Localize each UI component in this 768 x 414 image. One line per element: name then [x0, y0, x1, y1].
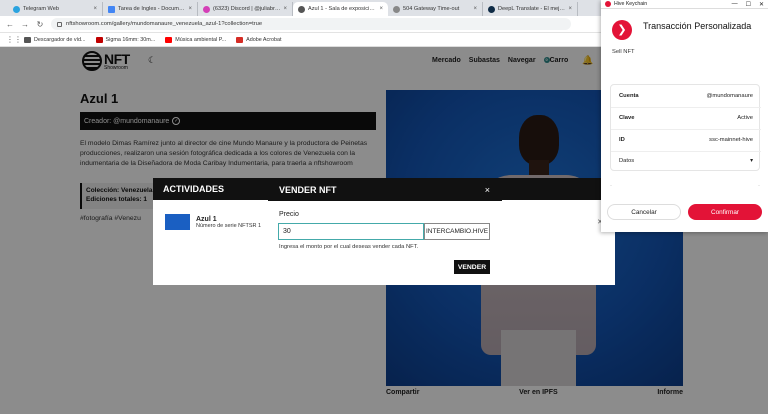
- reload-icon[interactable]: ↻: [36, 20, 44, 29]
- scroll-left-icon: ·: [610, 183, 612, 189]
- keychain-window-title: Hive Keychain: [614, 1, 648, 7]
- data-row[interactable]: Datos ▾: [619, 158, 753, 164]
- bookmark-adobe-acrobat[interactable]: Adobe Acrobat: [236, 36, 282, 43]
- url-field[interactable]: nftshowroom.com/gallery/mundomanaure_ven…: [51, 18, 571, 30]
- close-icon[interactable]: ✕: [759, 1, 764, 8]
- deepl-icon: [488, 5, 495, 13]
- key-row: Clave Active: [619, 115, 753, 121]
- tab-telegram[interactable]: Telegram Web ×: [8, 2, 103, 16]
- price-input[interactable]: [278, 223, 424, 240]
- close-icon[interactable]: ×: [188, 6, 192, 12]
- keychain-confirm-button[interactable]: Confirmar: [688, 204, 762, 220]
- url-text: nftshowroom.com/gallery/mundomanaure_ven…: [66, 21, 263, 27]
- lock-icon: [57, 21, 62, 27]
- keychain-mini-icon: [605, 1, 611, 7]
- price-hint: Ingresa el monto por el cual deseas vend…: [279, 244, 419, 250]
- forward-icon[interactable]: →: [21, 20, 29, 29]
- youtube-icon: [165, 36, 173, 43]
- bookmark-icon: [24, 36, 31, 43]
- activity-item-name: Azul 1: [196, 215, 217, 223]
- maximize-icon[interactable]: ☐: [746, 1, 751, 8]
- account-row: Cuenta @mundomanaure: [619, 93, 753, 99]
- currency-selector[interactable]: INTERCAMBIO.HIVE: [424, 223, 490, 240]
- tab-docs[interactable]: Tarea de Ingles - Documentos de×: [103, 2, 198, 16]
- close-icon[interactable]: ×: [485, 179, 490, 201]
- keychain-subtitle: Sell NFT: [612, 49, 635, 55]
- apps-grid-icon[interactable]: ⋮⋮: [6, 35, 22, 44]
- keychain-title: Transacción Personalizada: [643, 21, 752, 31]
- nft-showroom-icon: [298, 5, 305, 13]
- sell-button[interactable]: VENDER: [454, 260, 490, 274]
- tab-deepl[interactable]: DeepL Translate - El mejor tradu×: [483, 2, 578, 16]
- bookmark-video-downloader[interactable]: Descargador de víd...: [24, 36, 86, 43]
- activity-item[interactable]: Azul 1 Número de serie NFTSR 1: [165, 214, 261, 230]
- activity-item-serial: Número de serie NFTSR 1: [196, 222, 262, 229]
- telegram-icon: [13, 5, 20, 13]
- globe-icon: [393, 5, 400, 13]
- bookmark-sigma[interactable]: Sigma 16mm: 30m...: [95, 36, 155, 43]
- close-icon[interactable]: ×: [93, 6, 97, 12]
- chevron-down-icon[interactable]: ▾: [750, 158, 753, 164]
- discord-icon: [203, 5, 210, 13]
- sell-modal-heading: VENDER NFT: [268, 179, 502, 201]
- tab-nft-showroom[interactable]: Azul 1 - Sala de exposición de N×: [293, 2, 388, 16]
- activity-thumbnail: [165, 214, 190, 230]
- docs-icon: [108, 5, 115, 13]
- transaction-details: Cuenta @mundomanaure Clave Active ID ssc-ma…: [610, 84, 761, 171]
- tab-discord[interactable]: (6323) Discord | @juliabrouestri×: [198, 2, 293, 16]
- close-icon[interactable]: ×: [283, 6, 287, 12]
- keychain-cancel-button[interactable]: Cancelar: [607, 204, 681, 220]
- sell-nft-modal: VENDER NFT × Precio INTERCAMBIO.HIVE Ing…: [268, 179, 502, 285]
- price-label: Precio: [279, 211, 299, 218]
- keychain-window: Hive Keychain — ☐ ✕ ❯ Transacción Person…: [601, 0, 768, 232]
- bookmark-ambient-music[interactable]: Música ambiental P...: [165, 36, 226, 43]
- minimize-icon[interactable]: —: [732, 1, 738, 8]
- back-icon[interactable]: ←: [6, 20, 14, 29]
- bookmark-icon: [95, 36, 103, 43]
- keychain-titlebar: Hive Keychain — ☐ ✕: [601, 0, 768, 9]
- acrobat-icon: [236, 36, 244, 43]
- tab-gateway-timeout[interactable]: 504 Gateway Time-out ×: [388, 2, 483, 16]
- keychain-logo-icon: ❯: [612, 20, 632, 40]
- close-icon[interactable]: ×: [568, 6, 572, 12]
- scroll-right-icon: ·: [758, 183, 760, 189]
- close-icon[interactable]: ×: [473, 6, 477, 12]
- close-icon[interactable]: ×: [379, 6, 383, 12]
- id-row: ID ssc-mainnet-hive: [619, 137, 753, 143]
